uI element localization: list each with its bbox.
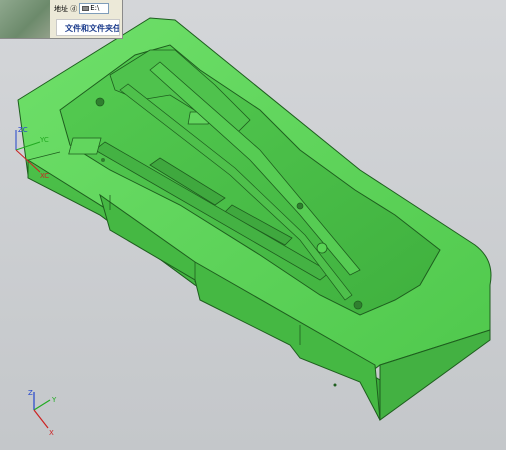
address-bar: 地址 ⓓ E:\	[54, 3, 110, 14]
file-folder-tasks-header[interactable]: 文件和文件夹任务	[56, 19, 120, 36]
address-label: 地址 ⓓ	[54, 4, 78, 13]
yc-label: YC	[39, 136, 49, 144]
hole-4	[353, 300, 363, 310]
drive-icon	[82, 6, 90, 11]
address-value: E:\	[90, 4, 100, 12]
hole-1	[95, 97, 105, 107]
triad-y-label: Y	[51, 396, 57, 404]
mold-insert-model[interactable]: ZC YC XC Z Y X	[0, 0, 506, 450]
address-field[interactable]: E:\	[79, 3, 110, 14]
desktop-thumbnail	[0, 0, 51, 39]
hole-2	[296, 202, 304, 210]
hole-5	[101, 158, 105, 162]
triad-z-label: Z	[28, 389, 33, 397]
explorer-window-fragment: 地址 ⓓ E:\ 文件和文件夹任务	[50, 0, 123, 39]
triad-x-label: X	[49, 429, 54, 437]
view-triad: Z Y X	[28, 389, 57, 437]
boss-left	[68, 137, 102, 155]
zc-label: ZC	[18, 126, 28, 134]
hole-6	[333, 383, 337, 387]
graphics-viewport[interactable]: ZC YC XC Z Y X 地址 ⓓ E:\ 文件和文件夹任务	[0, 0, 506, 450]
xc-label: XC	[40, 172, 49, 180]
hole-3	[316, 242, 328, 254]
